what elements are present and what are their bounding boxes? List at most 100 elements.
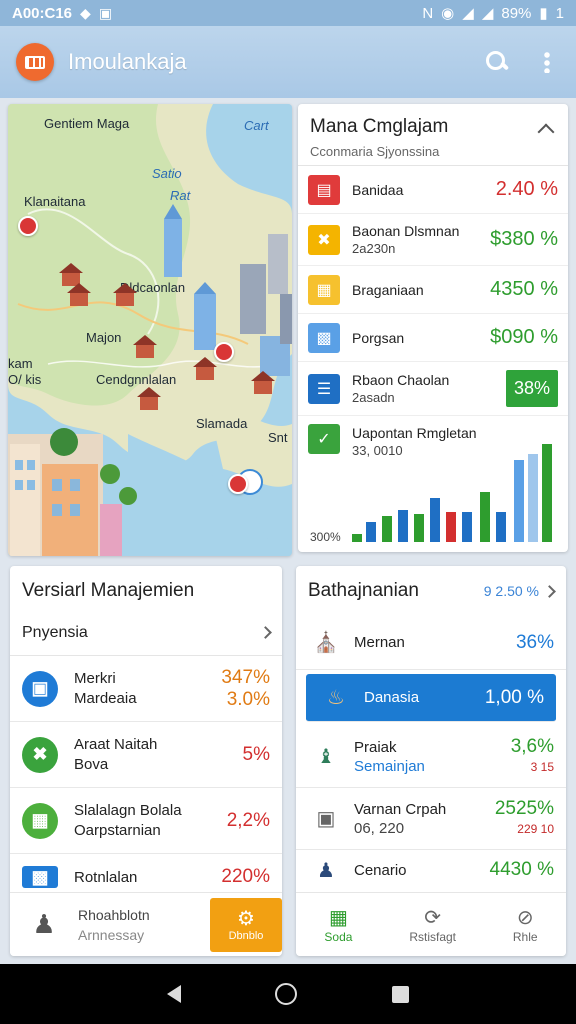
chart-bar: [462, 512, 472, 542]
status-time: A00:C16: [12, 4, 73, 22]
management-row-value: 220%: [221, 866, 270, 887]
map-label-kam: kam: [8, 356, 33, 371]
house-marker-icon[interactable]: [251, 371, 275, 394]
status-bar: A00:C16 ◆ ▣ N ◉ ◢ ◢ 89% ▮ 1: [0, 0, 576, 26]
mana-row-sub: 2a230n: [352, 240, 396, 256]
mana-row[interactable]: ▩ Porgsan $090 %: [298, 314, 568, 362]
app-bar: Imoulankaja: [0, 26, 576, 98]
chart-bar: [414, 514, 424, 542]
more-vert-icon[interactable]: [544, 51, 550, 73]
house-marker-icon[interactable]: [67, 283, 91, 306]
wifi-icon: ◢: [481, 5, 494, 22]
nav-item-rstisfagt[interactable]: ⟳ Rstisfagt: [409, 906, 456, 944]
footer-label: Rhoahblotn: [78, 906, 150, 923]
map-card[interactable]: Gentiem Maga Cart Satio Rat Klanaitana D…: [8, 104, 292, 556]
mana-row[interactable]: ▦ Braganiaan 4350 %: [298, 266, 568, 314]
footer-sub: Arnnessay: [78, 926, 145, 943]
chart-bar: [366, 522, 376, 542]
mana-row-label: Braganiaan: [352, 281, 424, 298]
bath-row-small: 229 10: [513, 821, 554, 836]
mana-row[interactable]: ☰ Rbaon Chaolan 2asadn 38%: [298, 362, 568, 416]
home-icon[interactable]: [275, 983, 298, 1005]
report-icon: ▤: [308, 174, 340, 205]
battery-percent: 89%: [501, 4, 532, 22]
management-row-sub: Bova: [74, 755, 109, 773]
app-logo-icon[interactable]: [16, 43, 54, 81]
grid-icon: ▦: [328, 906, 348, 929]
app-title: Imoulankaja: [68, 49, 187, 74]
bath-row-small: 3 15: [530, 759, 554, 774]
nfc-icon: N: [422, 4, 434, 22]
search-icon[interactable]: [484, 49, 510, 75]
temple-icon: ⛪: [313, 632, 339, 654]
chart-bar: [480, 492, 490, 542]
management-filter-row[interactable]: Pnyensia: [10, 610, 282, 656]
management-row[interactable]: ▩ Rotnlalan 220%: [10, 854, 282, 888]
tower-icon: ♝: [317, 746, 335, 768]
chart-bar: [398, 510, 408, 542]
management-row-value: 5%: [242, 743, 270, 765]
mana-bar-chart: 300%: [298, 424, 568, 552]
person-icon: ♟: [317, 859, 335, 882]
management-row-label: Araat Naitah: [74, 735, 158, 753]
map-label-majon: Majon: [86, 330, 122, 345]
house-marker-icon[interactable]: [113, 283, 137, 306]
map-pin-icon[interactable]: [18, 216, 38, 236]
mana-row[interactable]: ✖ Baonan Dlsmnan 2a230n $380 %: [298, 214, 568, 266]
mana-header[interactable]: Mana Cmglajam Cconmaria Sjyonssina: [298, 104, 568, 166]
bath-row-selected[interactable]: ♨ Danasia 1,00 %: [306, 674, 556, 722]
bath-row[interactable]: ⛪ Mernan 36%: [296, 616, 566, 670]
person-tree-icon[interactable]: ♟: [26, 907, 62, 943]
tools-icon: ✖: [308, 224, 340, 255]
mana-card: Mana Cmglajam Cconmaria Sjyonssina ▤ Ban…: [298, 104, 568, 552]
bath-footer-nav: ▦ Soda ⟳ Rstisfagt ⊘ Rhle: [296, 892, 566, 956]
map-label-rat: Rat: [170, 188, 191, 203]
back-icon[interactable]: [167, 985, 182, 1003]
signal-icon: ◢: [462, 5, 474, 22]
house-marker-icon[interactable]: [133, 335, 157, 358]
bath-row[interactable]: ♝ Praiak Semainjan 3,6% 3 15: [296, 726, 566, 788]
map-canvas[interactable]: [8, 104, 292, 556]
management-row[interactable]: ▦ Slalalagn Bolala Oarpstarnian 2,2%: [10, 788, 282, 854]
management-row-value: 347%: [221, 666, 270, 688]
refresh-icon: ⟳: [424, 906, 442, 929]
map-title: Gentiem Maga: [44, 116, 130, 131]
bath-header[interactable]: Bathajnanian 9 2.50 %: [296, 566, 566, 616]
mana-row-value: $380 %: [490, 228, 558, 250]
tools-circle-icon: ✖: [22, 736, 58, 773]
document-icon: ☰: [308, 373, 340, 404]
chart-bar: [542, 444, 552, 542]
map-cart-label[interactable]: Cart: [244, 118, 269, 133]
bath-row[interactable]: ♟ Cenario 4430 %: [296, 850, 566, 890]
bath-row[interactable]: ▣ Varnan Crpah 06, 220 2525% 229 10: [296, 788, 566, 850]
mana-row-sub: 2asadn: [352, 389, 395, 405]
mana-row-value: 4350 %: [490, 278, 558, 300]
calendar-status-icon: ▣: [98, 4, 113, 21]
house-marker-icon[interactable]: [193, 357, 217, 380]
management-row[interactable]: ✖ Araat Naitah Bova 5%: [10, 722, 282, 788]
management-row-sub: Oarpstarnian: [74, 821, 161, 839]
gear-icon: ⚙: [237, 907, 255, 930]
chevron-right-icon: [259, 626, 272, 639]
chevron-right-icon: [543, 584, 556, 598]
bath-row-label: Praiak: [354, 738, 397, 756]
bath-row-label: Danasia: [364, 689, 420, 706]
map-label-snt: Snt: [268, 430, 288, 445]
settings-button[interactable]: ⚙ Dbnblo: [210, 897, 282, 952]
bath-row-value: 4430 %: [489, 859, 554, 880]
recents-icon[interactable]: [391, 985, 409, 1003]
mana-row[interactable]: ▤ Banidaa 2.40 %: [298, 166, 568, 214]
notification-icon: ◆: [80, 4, 91, 21]
bath-row-label: Mernan: [354, 634, 405, 651]
nav-item-rhle[interactable]: ⊘ Rhle: [513, 906, 538, 944]
house-marker-icon[interactable]: [137, 387, 161, 410]
bath-row-label: Varnan Crpah: [354, 800, 447, 818]
nav-item-soda[interactable]: ▦ Soda: [324, 906, 352, 944]
management-row[interactable]: ▣ Merkri Mardeaia 347% 3.0%: [10, 656, 282, 722]
block-icon: ⊘: [516, 906, 534, 929]
bath-row-value: 1,00 %: [484, 686, 544, 708]
mana-row-label: Rbaon Chaolan: [352, 371, 450, 388]
map-pin-icon[interactable]: [228, 474, 248, 494]
battery-icon: ▮: [539, 5, 548, 22]
map-pin-icon[interactable]: [214, 342, 234, 362]
